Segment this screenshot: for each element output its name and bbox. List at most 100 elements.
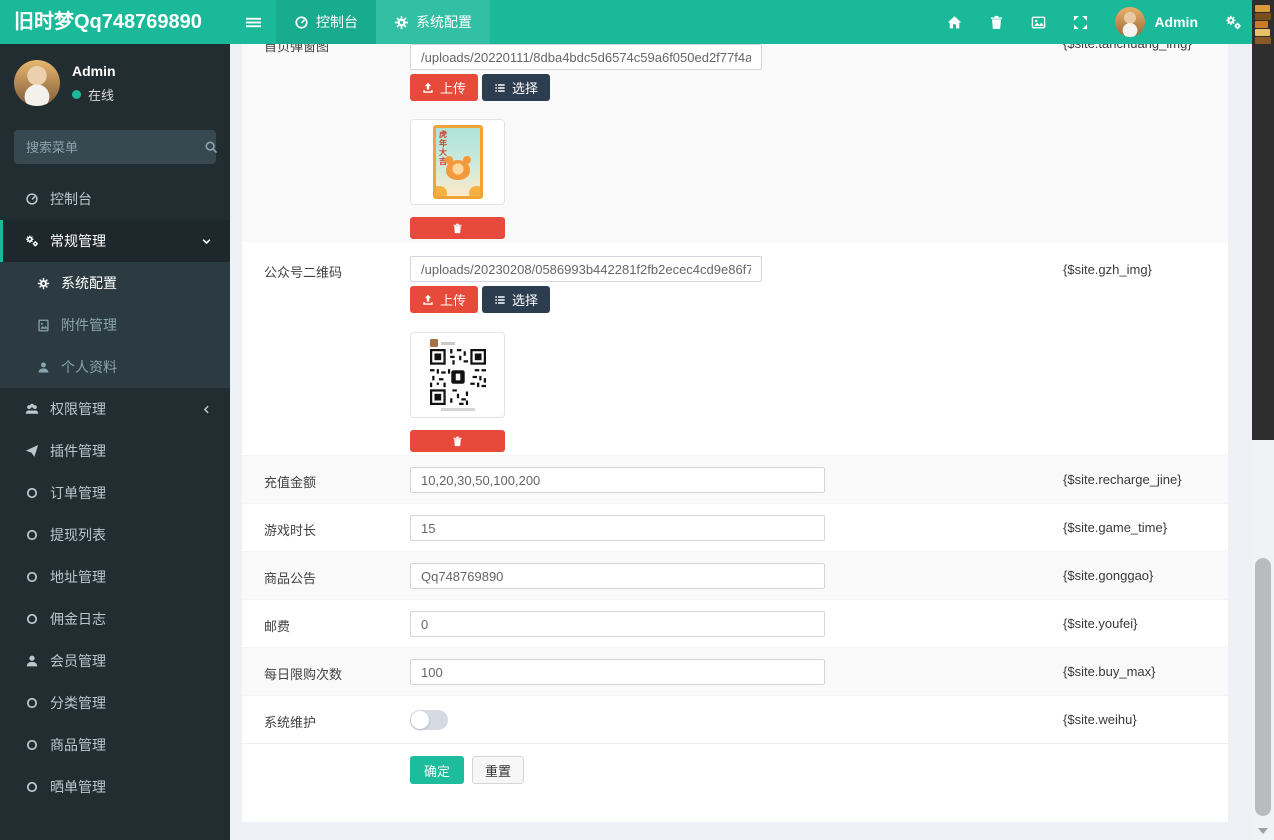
chevron-left-icon [201,404,212,415]
chevron-down-icon [201,236,212,247]
upload-button[interactable]: 上传 [410,286,478,313]
users-icon [25,402,39,416]
user-icon [37,361,50,374]
sidebar-subitem[interactable]: 系统配置 [0,262,230,304]
sidebar-item-label: 常规管理 [50,231,106,251]
fullscreen-icon[interactable] [1073,15,1088,30]
user-menu[interactable]: Admin [1115,7,1198,37]
circle-icon [25,780,39,794]
template-variable: {$site.buy_max} [1063,664,1156,679]
trash-icon[interactable] [989,15,1004,30]
tab-label: 系统配置 [416,12,472,32]
avatar[interactable] [14,60,60,106]
sidebar-search [14,130,216,164]
sidebar-item-label: 插件管理 [50,441,106,461]
list-icon [494,82,506,94]
delete-image-button[interactable] [410,217,505,239]
upload-button-label: 上传 [440,78,466,97]
sidebar: Admin 在线 控制台常规管理系统配置附件管理个人资料权限管理插件管理订单管理… [0,44,230,840]
online-status-dot [72,90,81,99]
brand-title: 旧时梦Qq748769890 [0,0,230,44]
sidebar-item[interactable]: 地址管理 [0,556,230,598]
game-time-input[interactable] [410,515,825,541]
sidebar-item-label: 订单管理 [50,483,106,503]
scrollbar-track[interactable] [1252,0,1274,840]
gears-icon [25,234,39,248]
field-label: 每日限购次数 [264,648,410,695]
settings-gears-icon[interactable] [1225,14,1242,31]
circle-icon [25,528,39,542]
confirm-button[interactable]: 确定 [410,756,464,784]
recharge-amount-input[interactable] [410,467,825,493]
form-row: 游戏时长 {$site.game_time} [242,503,1228,551]
upload-button[interactable]: 上传 [410,74,478,101]
sidebar-item[interactable]: 提现列表 [0,514,230,556]
gear-icon [37,277,50,290]
image-path-input[interactable] [410,256,762,282]
daily-limit-input[interactable] [410,659,825,685]
navbar-right-group: Admin [947,0,1252,44]
sidebar-item[interactable]: 插件管理 [0,430,230,472]
home-icon[interactable] [947,15,962,30]
circle-icon [25,696,39,710]
sidebar-item[interactable]: 晒单管理 [0,766,230,808]
template-variable: {$site.gonggao} [1063,568,1153,583]
file-image-icon [37,319,50,332]
sidebar-item-label: 晒单管理 [50,777,106,797]
books-thumbnail [1255,5,1271,45]
sidebar-item[interactable]: 分类管理 [0,682,230,724]
admin-app: 旧时梦Qq748769890 控制台 系统配置 Admin [0,0,1274,840]
maintenance-toggle[interactable] [410,710,448,730]
paper-plane-icon [25,444,39,458]
sidebar-subitem[interactable]: 附件管理 [0,304,230,346]
scrollbar-down-arrow[interactable] [1258,828,1268,834]
circle-icon [25,570,39,584]
announcement-input[interactable] [410,563,825,589]
control-sidebar-strip [1252,0,1274,440]
sidebar-item[interactable]: 佣金日志 [0,598,230,640]
search-icon[interactable] [204,140,218,154]
field-label: 公众号二维码 [264,242,410,455]
form-footer: 确定 重置 [242,743,1228,784]
form-row: 邮费 {$site.youfei} [242,599,1228,647]
sidebar-item[interactable]: 订单管理 [0,472,230,514]
top-navbar: 旧时梦Qq748769890 控制台 系统配置 Admin [0,0,1252,44]
trash-icon [452,223,463,234]
choose-button[interactable]: 选择 [482,74,550,101]
form-row: 商品公告 {$site.gonggao} [242,551,1228,599]
list-icon [494,294,506,306]
qrcode-image-preview[interactable] [410,332,505,418]
tab-console[interactable]: 控制台 [276,0,376,44]
template-variable: {$site.game_time} [1063,520,1167,535]
choose-button[interactable]: 选择 [482,286,550,313]
tab-system-config[interactable]: 系统配置 [376,0,490,44]
search-input[interactable] [24,139,204,156]
sidebar-subitem-label: 系统配置 [61,273,117,293]
scrollbar-thumb[interactable] [1255,558,1271,816]
postage-input[interactable] [410,611,825,637]
poster-image-preview[interactable]: 虎年大吉 [410,119,505,205]
trash-icon [452,436,463,447]
sidebar-item[interactable]: 常规管理 [0,220,230,262]
field-label: 首页弹窗图 [264,30,410,242]
delete-image-button[interactable] [410,430,505,452]
sidebar-item[interactable]: 会员管理 [0,640,230,682]
sidebar-toggle-button[interactable] [230,0,276,44]
sidebar-subitem[interactable]: 个人资料 [0,346,230,388]
image-path-input[interactable] [410,44,762,70]
sidebar-item[interactable]: 权限管理 [0,388,230,430]
sidebar-item[interactable]: 控制台 [0,178,230,220]
sidebar-item-label: 分类管理 [50,693,106,713]
sidebar-item-label: 佣金日志 [50,609,106,629]
template-variable: {$site.recharge_jine} [1063,472,1182,487]
member-icon [25,654,39,668]
gauge-icon [25,192,39,206]
form-row: 公众号二维码 上传 选择 {$site.gzh_img} [242,242,1228,455]
photo-icon[interactable] [1031,15,1046,30]
reset-button[interactable]: 重置 [472,756,524,784]
sidebar-user-panel: Admin 在线 [0,44,230,120]
field-label: 商品公告 [264,552,410,599]
sidebar-item[interactable]: 商品管理 [0,724,230,766]
gear-icon [394,15,409,30]
template-variable: {$site.gzh_img} [1063,262,1152,277]
